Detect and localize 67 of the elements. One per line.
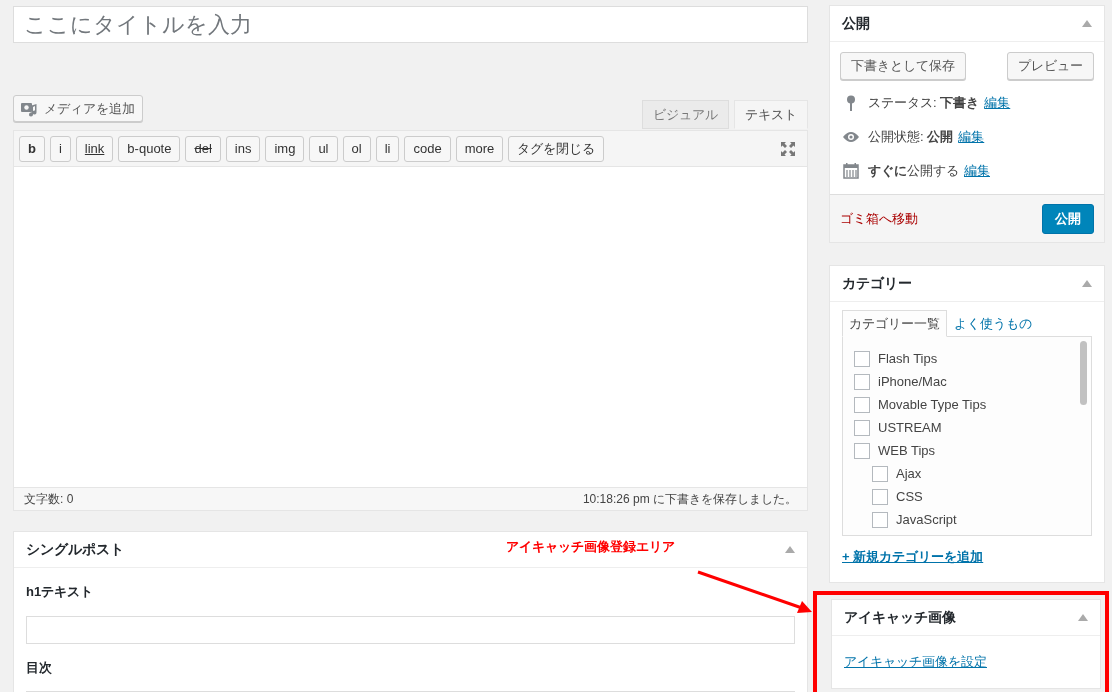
save-draft-button[interactable]: 下書きとして保存 [840, 52, 966, 80]
quicktag-button[interactable]: link [75, 135, 114, 162]
category-label: iPhone/Mac [878, 372, 947, 391]
add-category-link[interactable]: + 新規カテゴリーを追加 [842, 547, 984, 567]
category-label: Movable Type Tips [878, 395, 987, 414]
quicktag-button[interactable]: i [49, 135, 71, 162]
calendar-icon [843, 163, 859, 179]
editor-tab[interactable]: ビジュアル [642, 100, 729, 129]
quicktag-button[interactable]: del [185, 135, 221, 162]
annotation-text: アイキャッチ画像登録エリア [506, 538, 675, 556]
category-label: JavaScript [896, 510, 957, 529]
checkbox[interactable] [854, 442, 870, 459]
checkbox[interactable] [872, 488, 888, 505]
status-text: すぐに公開する [868, 162, 959, 181]
quicktag-button[interactable]: li [375, 135, 400, 162]
quicktag-button[interactable]: more [455, 135, 504, 162]
word-count: 文字数: 0 [24, 491, 74, 508]
category-label: WEB Tips [878, 441, 936, 460]
quicktag-button[interactable]: ol [342, 135, 371, 162]
category-label: CSS [896, 487, 923, 506]
category-tab[interactable]: カテゴリー一覧 [842, 310, 947, 337]
quicktag-button[interactable]: b-quote [118, 135, 181, 162]
checkbox[interactable] [854, 419, 870, 436]
checkbox[interactable] [854, 396, 870, 413]
category-label: Flash Tips [878, 349, 938, 368]
checkbox[interactable] [872, 465, 888, 482]
editor-tab[interactable]: テキスト [734, 100, 808, 129]
title-field[interactable]: ここにタイトルを入力 [13, 6, 808, 43]
checkbox[interactable] [872, 511, 888, 528]
edit-link[interactable]: 編集 [958, 127, 985, 147]
edit-link[interactable]: 編集 [964, 161, 990, 181]
field-label: h1テキスト [26, 583, 95, 601]
quicktag-button[interactable]: タグを閉じる [508, 135, 605, 162]
collapse-icon[interactable] [1082, 280, 1092, 287]
trash-link[interactable]: ゴミ箱へ移動 [840, 208, 918, 229]
box-title: アイキャッチ画像 [844, 608, 956, 627]
checkbox[interactable] [854, 373, 870, 390]
pin-icon [846, 95, 856, 111]
quicktag-button[interactable]: ins [225, 135, 261, 162]
set-featured-image-link[interactable]: アイキャッチ画像を設定 [844, 654, 987, 669]
text-field[interactable] [26, 615, 795, 644]
collapse-icon[interactable] [1082, 20, 1092, 27]
status-text: ステータス: 下書き [868, 94, 980, 113]
preview-button[interactable]: プレビュー [1007, 52, 1094, 80]
edit-link[interactable]: 編集 [984, 93, 1011, 113]
box-title: 公開 [842, 14, 870, 33]
box-title: カテゴリー [842, 274, 912, 293]
autosave-status: 10:18:26 pm に下書きを保存しました。 [582, 491, 797, 508]
media-icon [21, 100, 39, 117]
publish-button[interactable]: 公開 [1042, 203, 1094, 234]
status-text: 公開状態: 公開 [868, 128, 954, 147]
field-label: 目次 [26, 658, 53, 677]
checkbox[interactable] [854, 350, 870, 367]
collapse-icon[interactable] [1078, 614, 1088, 621]
quicktag-button[interactable]: ul [309, 135, 338, 162]
quicktag-button[interactable]: b [19, 135, 45, 162]
collapse-icon[interactable] [785, 546, 795, 553]
category-label: Ajax [896, 464, 922, 483]
fullscreen-icon[interactable] [780, 140, 796, 157]
quicktag-button[interactable]: img [265, 135, 305, 162]
eye-icon [842, 131, 860, 143]
add-media-button[interactable]: メディアを追加 [13, 95, 143, 122]
category-label: USTREAM [878, 418, 942, 437]
category-tab[interactable]: よく使うもの [947, 310, 1039, 337]
box-title: シングルポスト [26, 540, 124, 559]
scrollbar[interactable] [1080, 341, 1087, 405]
quicktag-button[interactable]: code [404, 135, 451, 162]
